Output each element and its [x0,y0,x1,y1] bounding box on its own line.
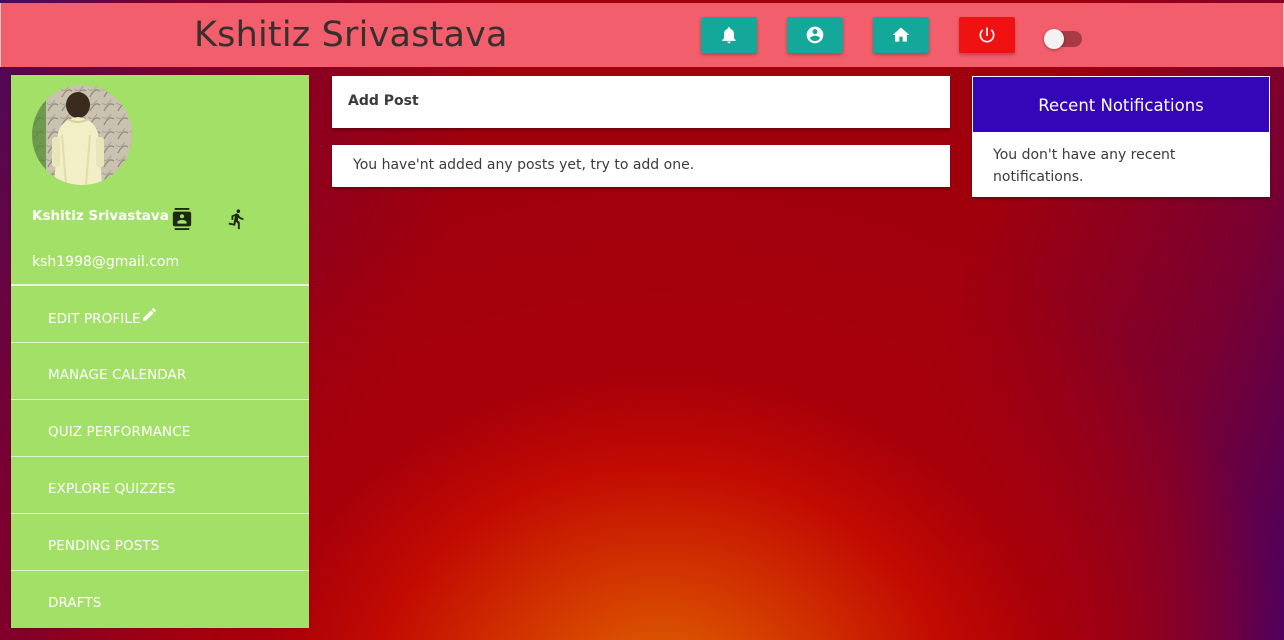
profile-menu: EDIT PROFILE MANAGE CALENDAR QUIZ PERFOR… [11,286,309,627]
logout-button[interactable] [959,17,1015,53]
contact-card-icon[interactable] [171,208,193,230]
menu-item-label: QUIZ PERFORMANCE [48,424,191,440]
menu-item-label: PENDING POSTS [48,538,160,554]
menu-item-label: EXPLORE QUIZZES [48,481,176,497]
avatar[interactable] [32,85,132,185]
running-person-icon[interactable] [226,208,248,230]
home-button[interactable] [873,17,929,53]
pencil-icon [141,306,158,323]
menu-item-edit-profile[interactable]: EDIT PROFILE [11,286,309,343]
profile-name: Kshitiz Srivastava [32,208,169,224]
menu-item-label: DRAFTS [48,595,102,611]
notifications-button[interactable] [701,17,757,53]
menu-item-label: MANAGE CALENDAR [48,367,187,383]
avatar-photo [32,85,132,185]
menu-item-drafts[interactable]: DRAFTS [11,571,309,627]
add-post-label: Add Post [348,93,419,109]
menu-item-manage-calendar[interactable]: MANAGE CALENDAR [11,343,309,400]
toggle-knob [1044,29,1064,49]
profile-button[interactable] [787,17,843,53]
site-title[interactable]: Kshitiz Srivastava [194,15,508,55]
top-navbar: Kshitiz Srivastava [0,3,1284,67]
menu-item-label: EDIT PROFILE [48,311,141,327]
profile-email: ksh1998@gmail.com [32,254,180,270]
notifications-empty-message: You don't have any recent notifications. [993,147,1176,185]
account-circle-icon [806,26,824,44]
menu-item-pending-posts[interactable]: PENDING POSTS [11,514,309,571]
menu-item-explore-quizzes[interactable]: EXPLORE QUIZZES [11,457,309,514]
add-post-card[interactable]: Add Post [332,76,950,128]
empty-posts-message: You have'nt added any posts yet, try to … [353,157,695,173]
empty-posts-card: You have'nt added any posts yet, try to … [332,145,950,187]
notifications-title: Recent Notifications [1038,96,1204,115]
notifications-header: Recent Notifications [973,77,1269,132]
profile-sidebar: Kshitiz Srivastava ksh1998@gmail.com EDI… [11,75,309,628]
theme-toggle[interactable] [1044,29,1082,49]
power-icon [979,27,995,43]
bell-icon [722,27,736,44]
menu-item-quiz-performance[interactable]: QUIZ PERFORMANCE [11,400,309,457]
notifications-panel: Recent Notifications You don't have any … [972,76,1270,197]
home-icon [892,27,910,42]
